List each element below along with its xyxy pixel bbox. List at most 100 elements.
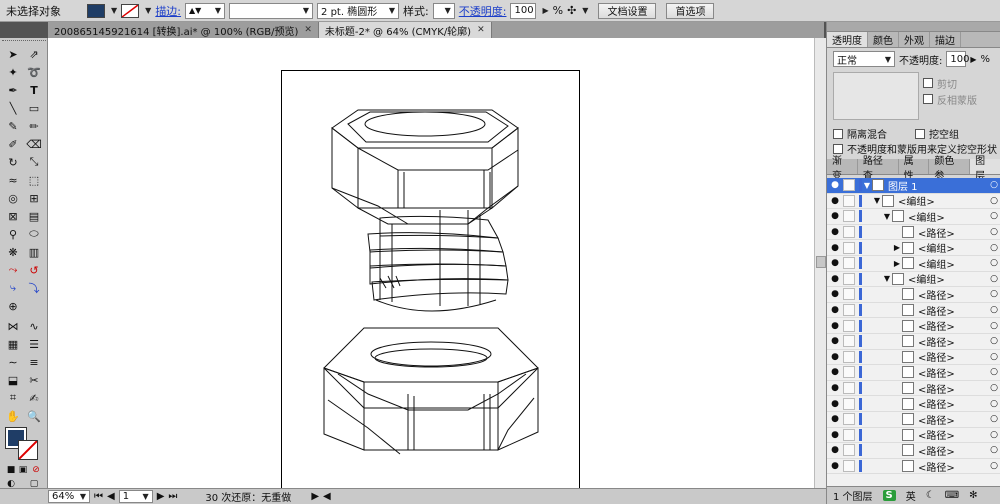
- brush-variant-tool-icon[interactable]: ✍: [24, 390, 44, 406]
- tab-color[interactable]: 颜色: [868, 32, 899, 47]
- layer-row[interactable]: ● <路径> ○: [827, 396, 1000, 412]
- layer-row[interactable]: ● <路径> ○: [827, 318, 1000, 334]
- tab-layers[interactable]: 图层: [970, 156, 1000, 182]
- lock-toggle[interactable]: [843, 304, 855, 317]
- layer-row[interactable]: ● <路径> ○: [827, 459, 1000, 475]
- graph-line-tool-icon[interactable]: ∼: [3, 354, 23, 370]
- lock-toggle[interactable]: [843, 194, 855, 207]
- visibility-eye-icon[interactable]: ●: [829, 383, 841, 393]
- lock-toggle[interactable]: [843, 179, 855, 192]
- layer-row[interactable]: ● <路径> ○: [827, 381, 1000, 397]
- horizontal-scroll-left-icon[interactable]: ◀: [323, 491, 331, 502]
- ime-moon-icon[interactable]: ☾: [926, 490, 935, 501]
- rectangle-tool-icon[interactable]: ▭: [24, 100, 44, 116]
- next-artboard-icon[interactable]: ▶: [157, 491, 165, 502]
- visibility-eye-icon[interactable]: ●: [829, 180, 841, 190]
- lock-toggle[interactable]: [843, 241, 855, 254]
- tab-gradient[interactable]: 渐变: [827, 156, 858, 182]
- panel-opacity-arrow-icon[interactable]: ▶: [970, 55, 976, 64]
- visibility-eye-icon[interactable]: ●: [829, 367, 841, 377]
- fill-dropdown-icon[interactable]: ▼: [111, 6, 117, 15]
- lock-toggle[interactable]: [843, 257, 855, 270]
- lock-toggle[interactable]: [843, 428, 855, 441]
- visibility-eye-icon[interactable]: ●: [829, 399, 841, 409]
- opacity-arrow-icon[interactable]: ▶: [542, 6, 548, 15]
- scrollbar-thumb[interactable]: [816, 256, 826, 268]
- lock-toggle[interactable]: [843, 319, 855, 332]
- blob-brush-tool-icon[interactable]: ✐: [3, 136, 23, 152]
- lock-toggle[interactable]: [843, 335, 855, 348]
- target-circle-icon[interactable]: ○: [987, 399, 1000, 409]
- target-circle-icon[interactable]: ○: [987, 289, 1000, 299]
- layer-row[interactable]: ● ▼ <编组> ○: [827, 209, 1000, 225]
- artboard-number-select[interactable]: 1 ▼: [118, 490, 153, 503]
- variable-width-select[interactable]: ▼: [229, 2, 314, 19]
- invert-mask-checkbox[interactable]: [923, 94, 933, 104]
- envelope-tool-icon[interactable]: ⋈: [3, 318, 23, 334]
- layer-row[interactable]: ● <路径> ○: [827, 334, 1000, 350]
- scale-tool-icon[interactable]: ⤡: [24, 154, 44, 170]
- list-tool-icon[interactable]: ☰: [24, 336, 44, 352]
- zoom-tool-icon[interactable]: 🔍: [24, 408, 44, 424]
- red-arc-tool-icon[interactable]: ⤳: [3, 262, 23, 278]
- target-circle-icon[interactable]: ○: [987, 336, 1000, 346]
- stroke-dropdown-icon[interactable]: ▼: [145, 6, 151, 15]
- tab-stroke[interactable]: 描边: [930, 32, 961, 47]
- lasso-tool-icon[interactable]: ➰: [24, 64, 44, 80]
- selection-tool-options-dropdown-icon[interactable]: ▼: [582, 6, 588, 15]
- lock-toggle[interactable]: [843, 366, 855, 379]
- lock-toggle[interactable]: [843, 272, 855, 285]
- target-circle-icon[interactable]: ○: [987, 227, 1000, 237]
- symbol-sprayer-tool-icon[interactable]: ❋: [3, 244, 23, 260]
- visibility-eye-icon[interactable]: ●: [829, 430, 841, 440]
- layer-row[interactable]: ● ▼ 图层 1 ○: [827, 178, 1000, 194]
- lock-toggle[interactable]: [843, 350, 855, 363]
- layer-row[interactable]: ● <路径> ○: [827, 350, 1000, 366]
- artboard-tool-icon[interactable]: ⬓: [3, 372, 23, 388]
- perspective-grid-tool-icon[interactable]: ⊞: [24, 190, 44, 206]
- free-transform-tool-icon[interactable]: ⬚: [24, 172, 44, 188]
- blue-path-tool-icon[interactable]: ⤷: [3, 280, 23, 296]
- expand-triangle-icon[interactable]: ▶: [892, 259, 902, 268]
- clip-checkbox[interactable]: [923, 78, 933, 88]
- document-tab-1[interactable]: 200865145921614 [转换].ai* @ 100% (RGB/预览)…: [48, 22, 319, 38]
- tab-transparency[interactable]: 透明度: [827, 32, 868, 47]
- align-tool-icon[interactable]: ≡: [24, 354, 44, 370]
- document-tab-2[interactable]: 未标题-2* @ 64% (CMYK/轮廓) ✕: [318, 22, 492, 38]
- layer-row[interactable]: ● ▼ <编组> ○: [827, 194, 1000, 210]
- red-spiral-tool-icon[interactable]: ↺: [24, 262, 44, 278]
- visibility-eye-icon[interactable]: ●: [829, 445, 841, 455]
- zoom-select[interactable]: 64% ▼: [48, 490, 90, 503]
- hand-tool-icon[interactable]: ✋: [3, 408, 23, 424]
- target-circle-icon[interactable]: ○: [987, 243, 1000, 253]
- target-circle-icon[interactable]: ○: [987, 180, 1000, 190]
- layer-row[interactable]: ● <路径> ○: [827, 412, 1000, 428]
- fill-swatch[interactable]: [87, 3, 105, 18]
- visibility-eye-icon[interactable]: ●: [829, 461, 841, 471]
- lock-toggle[interactable]: [843, 397, 855, 410]
- target-circle-icon[interactable]: ○: [987, 321, 1000, 331]
- wave-tool-icon[interactable]: ∿: [24, 318, 44, 334]
- collapse-triangle-icon[interactable]: ▼: [882, 274, 892, 283]
- visibility-eye-icon[interactable]: ●: [829, 336, 841, 346]
- visibility-eye-icon[interactable]: ●: [829, 289, 841, 299]
- pen-tool-icon[interactable]: ✒: [3, 82, 23, 98]
- layer-row[interactable]: ● <路径> ○: [827, 287, 1000, 303]
- knockout-group-checkbox[interactable]: [915, 128, 925, 139]
- target-circle-icon[interactable]: ○: [987, 367, 1000, 377]
- status-menu-icon[interactable]: ▶: [311, 491, 319, 502]
- panel-opacity-input[interactable]: 100: [946, 51, 969, 67]
- visibility-eye-icon[interactable]: ●: [829, 258, 841, 268]
- blend-mode-select[interactable]: 正常 ▼: [833, 51, 895, 67]
- isolate-blending-checkbox[interactable]: [833, 128, 843, 139]
- grid-tool-icon[interactable]: ▦: [3, 336, 23, 352]
- visibility-eye-icon[interactable]: ●: [829, 211, 841, 221]
- layer-row[interactable]: ● <路径> ○: [827, 303, 1000, 319]
- close-icon[interactable]: ✕: [304, 25, 312, 35]
- layer-row[interactable]: ● ▶ <编组> ○: [827, 256, 1000, 272]
- document-setup-button[interactable]: 文档设置: [598, 2, 657, 19]
- pencil-tool-icon[interactable]: ✏: [24, 118, 44, 134]
- blend-tool-icon[interactable]: ⬭: [24, 226, 44, 242]
- magic-wand-tool-icon[interactable]: ✦: [3, 64, 23, 80]
- lock-toggle[interactable]: [843, 460, 855, 473]
